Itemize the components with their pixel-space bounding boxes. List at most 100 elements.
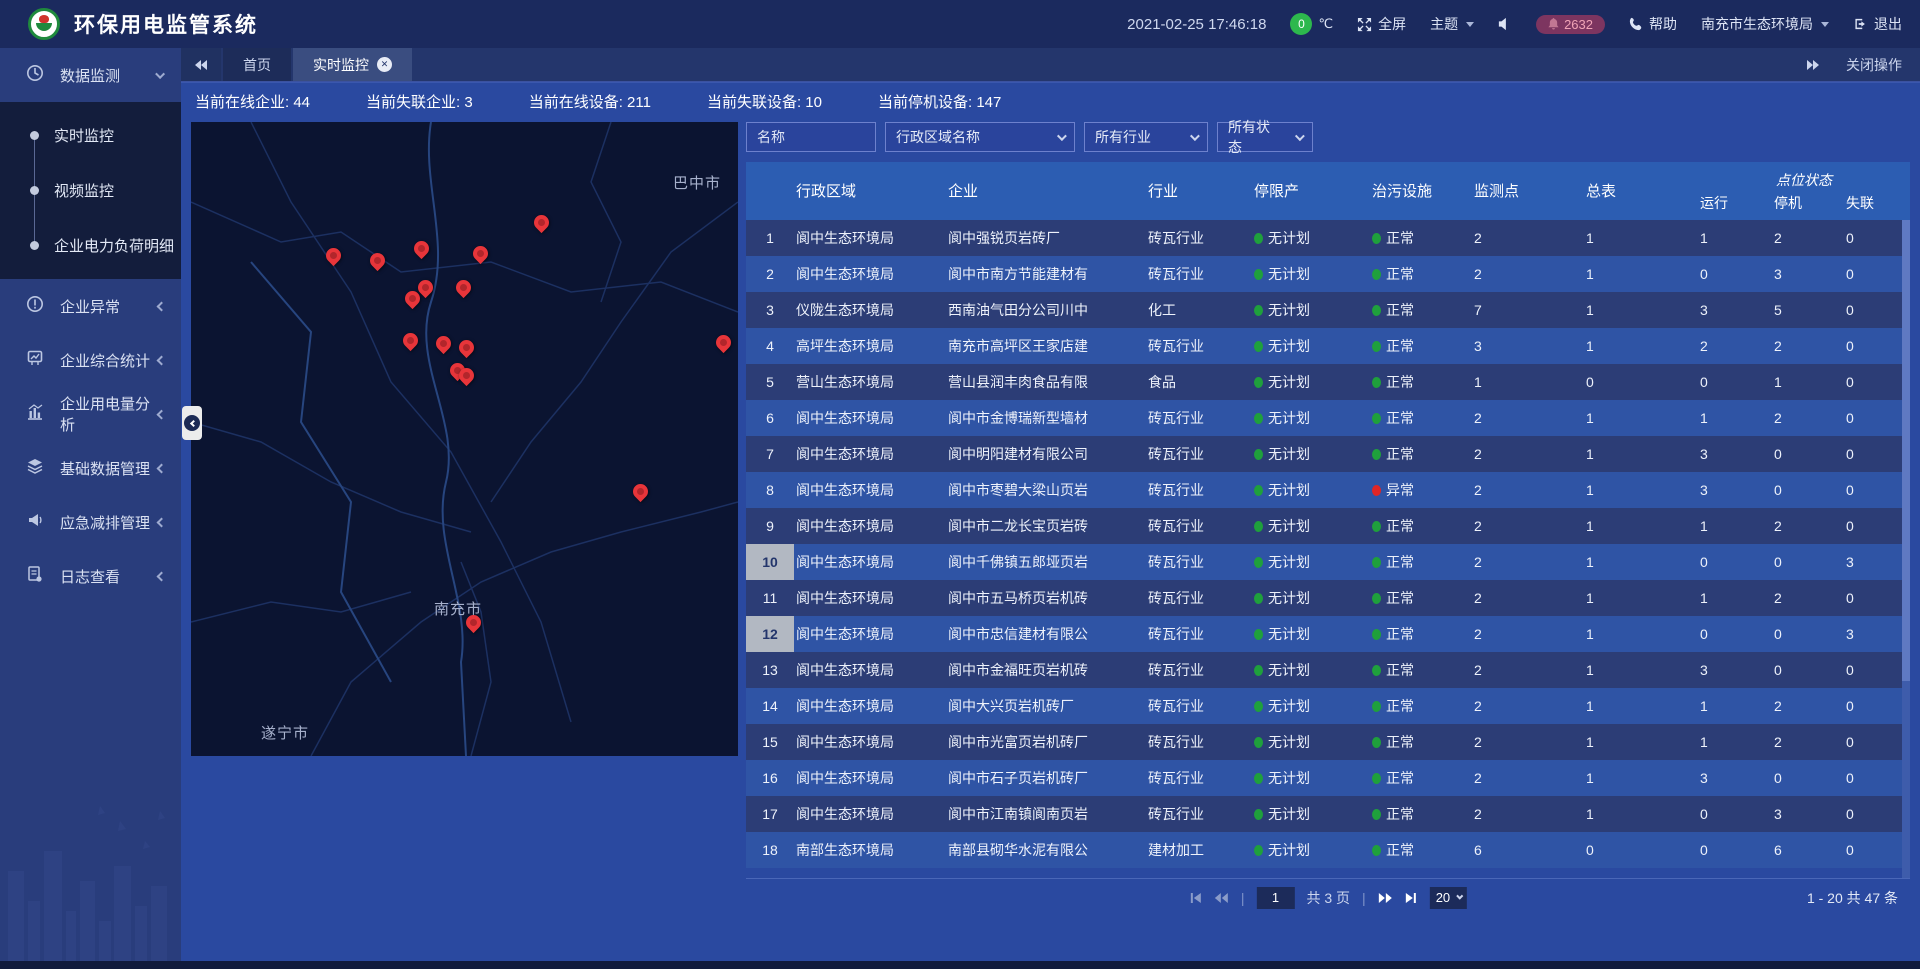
stat-item: 当前在线企业: 44 xyxy=(195,91,310,112)
cell-meter-count: 1 xyxy=(1584,688,1698,724)
chevron-icon xyxy=(157,301,167,311)
sidebar-subitem[interactable]: 视频监控 xyxy=(0,163,181,218)
table-scrollbar[interactable] xyxy=(1902,220,1910,878)
sidebar-subitem[interactable]: 实时监控 xyxy=(0,108,181,163)
last-page-button[interactable] xyxy=(1405,892,1418,904)
chevron-down-icon xyxy=(1457,893,1464,900)
cell-monitor-count: 2 xyxy=(1472,652,1584,688)
tab-close-icon[interactable]: ✕ xyxy=(377,57,392,72)
first-page-icon xyxy=(1189,892,1202,904)
table-header: 行政区域 企业 行业 停限产 治污设施 监测点 总表 点位状态 运行 停机 失联 xyxy=(746,162,1910,220)
sidebar-item-5[interactable]: 应急减排管理 xyxy=(0,495,181,549)
table-row[interactable]: 8阆中生态环境局阆中市枣碧大梁山页岩砖瓦行业无计划异常21300 xyxy=(746,472,1910,508)
cell-running-count: 1 xyxy=(1698,724,1772,760)
sidebar-subitem[interactable]: 企业电力负荷明细 xyxy=(0,218,181,273)
chevron-down-icon xyxy=(1295,131,1305,141)
table-row[interactable]: 1阆中生态环境局阆中强锐页岩砖厂砖瓦行业无计划正常21120 xyxy=(746,220,1910,256)
fullscreen-button[interactable]: 全屏 xyxy=(1357,14,1406,34)
table-row[interactable]: 3仪陇生态环境局西南油气田分公司川中化工无计划正常71350 xyxy=(746,292,1910,328)
cell-halted-count: 6 xyxy=(1772,832,1844,868)
tab-realtime-monitor[interactable]: 实时监控 ✕ xyxy=(293,48,412,81)
sidebar-item-2[interactable]: 企业综合统计 xyxy=(0,333,181,387)
cell-monitor-count: 2 xyxy=(1472,472,1584,508)
tab-home[interactable]: 首页 xyxy=(223,48,291,81)
sidebar-subitem-label: 实时监控 xyxy=(54,125,114,146)
table-row[interactable]: 18南部生态环境局南部县砌华水泥有限公建材加工无计划正常60060 xyxy=(746,832,1910,868)
close-operations-button[interactable]: 关闭操作 xyxy=(1846,55,1902,75)
page-size-value: 20 xyxy=(1436,890,1450,905)
sidebar-item-3[interactable]: 企业用电量分析 xyxy=(0,387,181,441)
cell-monitor-count: 2 xyxy=(1472,688,1584,724)
cell-stop-status: 无计划 xyxy=(1252,436,1370,472)
name-search-field[interactable] xyxy=(746,122,876,152)
sidebar-item-label: 企业用电量分析 xyxy=(60,393,158,435)
cell-halted-count: 3 xyxy=(1772,256,1844,292)
table-row[interactable]: 14阆中生态环境局阆中大兴页岩机砖厂砖瓦行业无计划正常21120 xyxy=(746,688,1910,724)
cell-halted-count: 0 xyxy=(1772,436,1844,472)
cell-stop-status: 无计划 xyxy=(1252,580,1370,616)
region-select[interactable]: 行政区域名称 xyxy=(885,122,1075,152)
industry-select[interactable]: 所有行业 xyxy=(1084,122,1208,152)
col-meter: 总表 xyxy=(1584,162,1698,218)
table-row[interactable]: 4高坪生态环境局南充市高坪区王家店建砖瓦行业无计划正常31220 xyxy=(746,328,1910,364)
cell-facility-status: 正常 xyxy=(1370,328,1472,364)
prev-page-button[interactable] xyxy=(1214,892,1229,904)
double-right-icon[interactable] xyxy=(1806,59,1820,71)
status-dot-icon xyxy=(1372,269,1381,280)
table-row[interactable]: 6阆中生态环境局阆中市金博瑞新型墙材砖瓦行业无计划正常21120 xyxy=(746,400,1910,436)
table-row[interactable]: 7阆中生态环境局阆中明阳建材有限公司砖瓦行业无计划正常21300 xyxy=(746,436,1910,472)
sidebar-submenu: 实时监控视频监控企业电力负荷明细 xyxy=(0,102,181,279)
table-row[interactable]: 12阆中生态环境局阆中市忠信建材有限公砖瓦行业无计划正常21003 xyxy=(746,616,1910,652)
stat-item: 当前失联设备: 10 xyxy=(707,91,822,112)
first-page-button[interactable] xyxy=(1189,892,1202,904)
help-button[interactable]: 帮助 xyxy=(1629,14,1677,34)
cell-industry: 食品 xyxy=(1146,364,1252,400)
org-dropdown[interactable]: 南充市生态环境局 xyxy=(1701,14,1829,34)
sidebar-item-0[interactable]: 数据监测 xyxy=(0,48,181,102)
status-dot-icon xyxy=(1254,341,1263,352)
cell-company: 阆中市金博瑞新型墙材 xyxy=(946,400,1146,436)
table-row[interactable]: 10阆中生态环境局阆中千佛镇五郎垭页岩砖瓦行业无计划正常21003 xyxy=(746,544,1910,580)
cell-company: 阆中市光富页岩机砖厂 xyxy=(946,724,1146,760)
sidebar-item-label: 基础数据管理 xyxy=(60,458,150,479)
table-row[interactable]: 15阆中生态环境局阆中市光富页岩机砖厂砖瓦行业无计划正常21120 xyxy=(746,724,1910,760)
sound-toggle[interactable] xyxy=(1498,17,1512,31)
map-collapse-handle[interactable] xyxy=(182,406,202,440)
status-select-value: 所有状态 xyxy=(1228,117,1281,157)
tabs-scroll-left-button[interactable] xyxy=(181,48,221,81)
cell-company: 西南油气田分公司川中 xyxy=(946,292,1146,328)
cell-running-count: 3 xyxy=(1698,292,1772,328)
table-row[interactable]: 2阆中生态环境局阆中市南方节能建材有砖瓦行业无计划正常21030 xyxy=(746,256,1910,292)
cell-row-number: 5 xyxy=(746,364,794,400)
sidebar-item-6[interactable]: 日志查看 xyxy=(0,549,181,603)
cell-industry: 砖瓦行业 xyxy=(1146,796,1252,832)
cell-facility-status: 正常 xyxy=(1370,544,1472,580)
map-roads xyxy=(191,122,738,756)
table-row[interactable]: 9阆中生态环境局阆中市二龙长宝页岩砖砖瓦行业无计划正常21120 xyxy=(746,508,1910,544)
name-search-input[interactable] xyxy=(757,129,865,145)
cell-lost-count: 0 xyxy=(1844,436,1910,472)
cell-stop-status: 无计划 xyxy=(1252,220,1370,256)
table-row[interactable]: 17阆中生态环境局阆中市江南镇阆南页岩砖瓦行业无计划正常21030 xyxy=(746,796,1910,832)
logout-button[interactable]: 退出 xyxy=(1853,14,1902,34)
sidebar-item-4[interactable]: 基础数据管理 xyxy=(0,441,181,495)
cell-region: 阆中生态环境局 xyxy=(794,400,946,436)
map-panel[interactable]: 巴中市南充市遂宁市 xyxy=(191,122,738,756)
table-row[interactable]: 16阆中生态环境局阆中市石子页岩机砖厂砖瓦行业无计划正常21300 xyxy=(746,760,1910,796)
table-row[interactable]: 5营山生态环境局营山县润丰肉食品有限食品无计划正常10010 xyxy=(746,364,1910,400)
cell-row-number: 9 xyxy=(746,508,794,544)
next-page-button[interactable] xyxy=(1378,892,1393,904)
sidebar-item-1[interactable]: 企业异常 xyxy=(0,279,181,333)
page-size-select[interactable]: 20 xyxy=(1430,887,1467,909)
cell-running-count: 1 xyxy=(1698,508,1772,544)
theme-dropdown[interactable]: 主题 xyxy=(1430,14,1474,34)
page-number-input[interactable]: 1 xyxy=(1256,887,1294,909)
app-logo xyxy=(28,8,60,40)
status-select[interactable]: 所有状态 xyxy=(1217,122,1313,152)
layers-icon xyxy=(26,457,46,479)
table-row[interactable]: 11阆中生态环境局阆中市五马桥页岩机砖砖瓦行业无计划正常21120 xyxy=(746,580,1910,616)
cell-facility-status: 异常 xyxy=(1370,472,1472,508)
table-body: 1阆中生态环境局阆中强锐页岩砖厂砖瓦行业无计划正常211202阆中生态环境局阆中… xyxy=(746,220,1910,878)
notification-badge[interactable]: 2632 xyxy=(1536,15,1605,34)
table-row[interactable]: 13阆中生态环境局阆中市金福旺页岩机砖砖瓦行业无计划正常21300 xyxy=(746,652,1910,688)
